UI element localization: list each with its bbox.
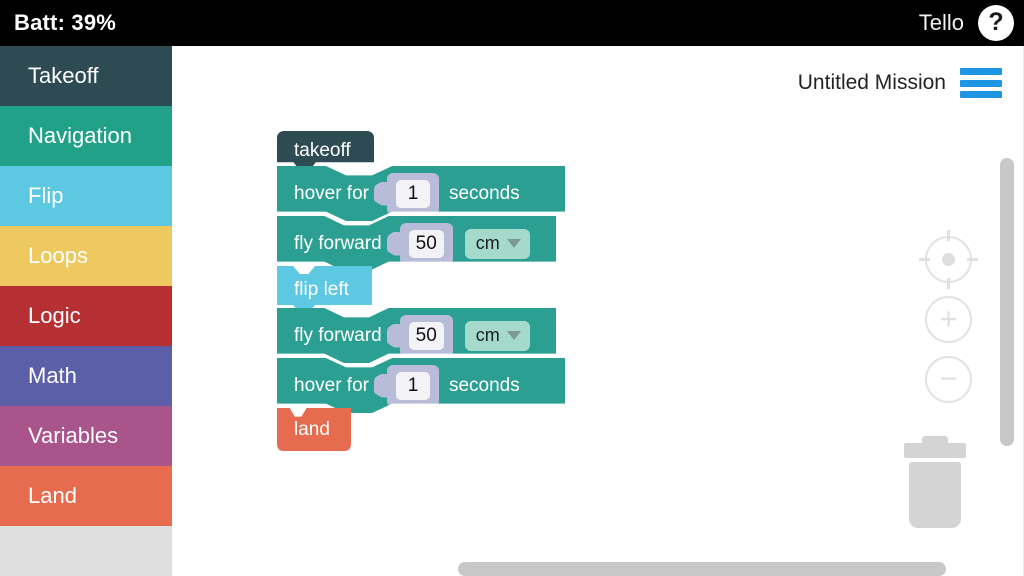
block-label: fly forward bbox=[294, 324, 382, 346]
sidebar-item-label: Land bbox=[28, 483, 77, 508]
chevron-down-icon bbox=[506, 331, 521, 340]
sidebar-item-navigation[interactable]: Navigation bbox=[0, 106, 172, 166]
block-land[interactable]: land bbox=[277, 408, 351, 451]
sidebar-empty-area bbox=[0, 526, 172, 576]
sidebar-item-label: Navigation bbox=[28, 123, 132, 148]
unit-dropdown-2[interactable]: cm bbox=[464, 320, 530, 351]
sidebar-item-label: Variables bbox=[28, 423, 119, 448]
mission-header: Untitled Mission bbox=[798, 68, 1002, 98]
device-name-label: Tello bbox=[918, 10, 964, 35]
block-label: takeoff bbox=[294, 140, 351, 161]
block-takeoff[interactable]: takeoff bbox=[277, 131, 374, 171]
vertical-scrollbar[interactable] bbox=[1000, 158, 1014, 576]
block-label: flip left bbox=[294, 278, 349, 300]
trash-lid bbox=[904, 443, 966, 458]
sidebar-item-label: Takeoff bbox=[28, 63, 99, 88]
block-label: fly forward bbox=[294, 232, 382, 254]
trash-body bbox=[909, 462, 961, 528]
duration-input-2[interactable]: 1 bbox=[386, 364, 439, 407]
crosshair-tick-north bbox=[947, 230, 950, 241]
crosshair-target-icon bbox=[942, 253, 955, 266]
canvas-tools: + − bbox=[919, 230, 978, 403]
sidebar-item-label: Math bbox=[28, 363, 77, 388]
status-bar-right-group: Tello ? bbox=[919, 0, 1014, 46]
tello-block-editor-app: Batt: 39% Tello ? Takeoff Navigation Fli… bbox=[0, 0, 1024, 576]
category-sidebar[interactable]: Takeoff Navigation Flip Loops Logic Math… bbox=[0, 46, 172, 576]
crosshair-tick-west bbox=[919, 258, 930, 261]
distance-value[interactable]: 50 bbox=[408, 229, 444, 258]
unit-value: cm bbox=[475, 325, 500, 345]
distance-input-2[interactable]: 50 bbox=[399, 314, 453, 357]
block-hover-for-2[interactable]: hover for 1 seconds bbox=[277, 358, 565, 413]
horizontal-scrollbar[interactable] bbox=[422, 562, 1002, 576]
duration-input-1[interactable]: 1 bbox=[386, 172, 439, 215]
sidebar-item-loops[interactable]: Loops bbox=[0, 226, 172, 286]
sidebar-item-label: Flip bbox=[28, 183, 64, 208]
crosshair-tick-east bbox=[967, 258, 978, 261]
menu-bar-3 bbox=[960, 91, 1002, 98]
unit-value: cm bbox=[475, 233, 500, 253]
horizontal-scrollbar-thumb[interactable] bbox=[458, 562, 946, 576]
menu-bar-2 bbox=[960, 79, 1002, 87]
question-mark-icon: ? bbox=[988, 7, 1004, 36]
sidebar-item-math[interactable]: Math bbox=[0, 346, 172, 406]
block-label: land bbox=[294, 418, 330, 440]
zoom-in-button[interactable]: + bbox=[925, 296, 972, 343]
block-suffix-label: seconds bbox=[448, 374, 520, 396]
trash-can-icon[interactable] bbox=[904, 436, 966, 528]
minus-icon: − bbox=[939, 360, 958, 396]
sidebar-item-takeoff[interactable]: Takeoff bbox=[0, 46, 172, 106]
sidebar-item-label: Logic bbox=[28, 303, 81, 328]
chevron-down-icon bbox=[506, 239, 521, 248]
block-fly-forward-2[interactable]: fly forward 50 cm bbox=[277, 308, 556, 363]
battery-status-label: Batt: 39% bbox=[14, 10, 117, 35]
duration-value[interactable]: 1 bbox=[395, 179, 430, 208]
block-label: hover for bbox=[294, 374, 369, 396]
block-suffix-label: seconds bbox=[448, 182, 520, 204]
center-view-button[interactable] bbox=[919, 230, 978, 289]
block-program-stack[interactable]: takeoff hover for 1 seconds fly forward … bbox=[277, 131, 565, 451]
sidebar-item-label: Loops bbox=[28, 243, 88, 268]
unit-dropdown-1[interactable]: cm bbox=[464, 228, 530, 259]
block-hover-for-1[interactable]: hover for 1 seconds bbox=[277, 166, 565, 221]
sidebar-item-logic[interactable]: Logic bbox=[0, 286, 172, 346]
vertical-scrollbar-thumb[interactable] bbox=[1000, 158, 1014, 446]
zoom-out-button[interactable]: − bbox=[925, 356, 972, 403]
status-bar: Batt: 39% Tello ? bbox=[0, 0, 1024, 46]
crosshair-tick-south bbox=[947, 278, 950, 289]
block-flip-left[interactable]: flip left bbox=[277, 266, 372, 313]
block-fly-forward-1[interactable]: fly forward 50 cm bbox=[277, 216, 556, 271]
page-title: Untitled Mission bbox=[797, 71, 946, 94]
trash-lid-handle bbox=[922, 436, 948, 443]
plus-icon: + bbox=[939, 300, 958, 336]
distance-value[interactable]: 50 bbox=[408, 321, 444, 350]
program-canvas[interactable]: Untitled Mission takeoff hover for 1 sec… bbox=[172, 46, 1024, 576]
menu-bar-1 bbox=[960, 68, 1002, 75]
distance-input-1[interactable]: 50 bbox=[399, 222, 453, 265]
sidebar-item-variables[interactable]: Variables bbox=[0, 406, 172, 466]
sidebar-item-flip[interactable]: Flip bbox=[0, 166, 172, 226]
help-button[interactable]: ? bbox=[978, 5, 1014, 41]
duration-value[interactable]: 1 bbox=[395, 371, 430, 400]
hamburger-menu-icon[interactable] bbox=[960, 68, 1002, 98]
sidebar-item-land[interactable]: Land bbox=[0, 466, 172, 526]
block-label: hover for bbox=[294, 182, 369, 204]
